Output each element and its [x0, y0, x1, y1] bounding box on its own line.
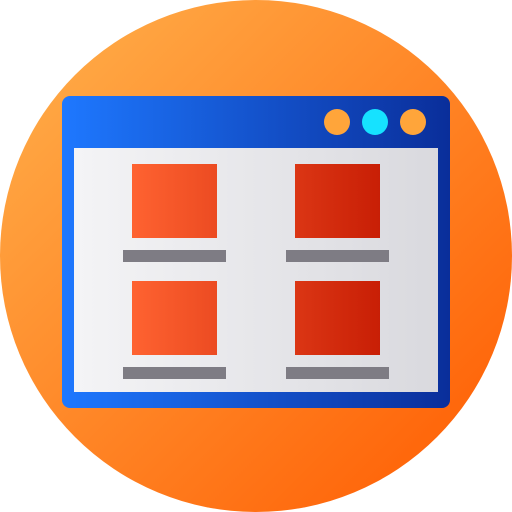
grid-tile: [295, 281, 380, 355]
grid-caption-bar: [286, 250, 389, 262]
grid-caption-bar: [123, 250, 226, 262]
browser-window: [62, 96, 450, 408]
icon-canvas: [0, 0, 512, 512]
window-control-dot: [324, 109, 350, 135]
window-control-dot: [362, 109, 388, 135]
window-control-dot: [400, 109, 426, 135]
window-controls: [324, 109, 426, 135]
grid-caption-bar: [286, 367, 389, 379]
grid-tile: [132, 281, 217, 355]
browser-window-grid-icon: [0, 0, 512, 512]
grid-tile: [295, 164, 380, 238]
grid-tile: [132, 164, 217, 238]
window-content-area: [74, 148, 438, 392]
grid-caption-bar: [123, 367, 226, 379]
